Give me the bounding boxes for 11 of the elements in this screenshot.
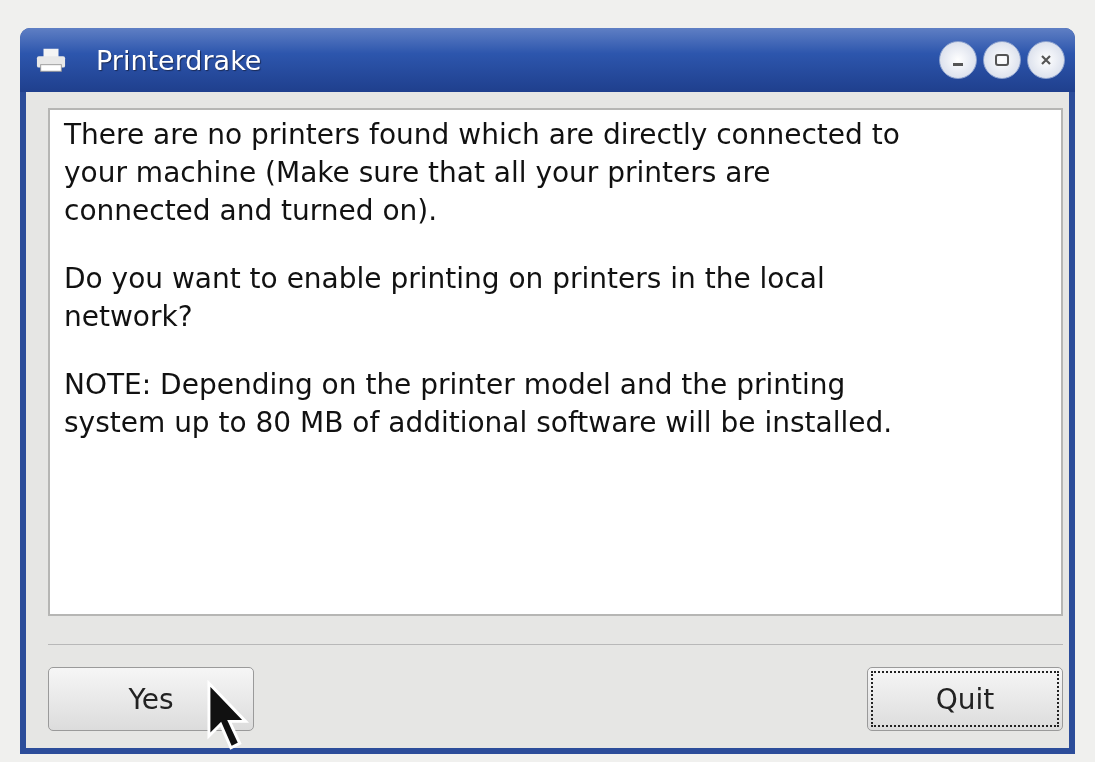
close-button[interactable]: [1027, 41, 1065, 79]
message-text: Do you want to enable printing on printers in the local network?: [64, 261, 826, 335]
message-text: There are no printers found which are directly connected to your machine (Make sure that all your printers are connected and turned on).: [64, 117, 901, 229]
minimize-button[interactable]: [939, 41, 977, 79]
message-text: NOTE: Depending on the printer model and the printing system up to 80 MB of additional software will be installed.: [64, 367, 894, 441]
printer-icon: [36, 47, 66, 73]
quit-button[interactable]: Quit: [867, 667, 1063, 731]
window-title: Printerdrake: [96, 44, 262, 76]
yes-button[interactable]: Yes: [48, 667, 254, 731]
maximize-button[interactable]: [983, 41, 1021, 79]
minimize-icon: [953, 62, 963, 66]
